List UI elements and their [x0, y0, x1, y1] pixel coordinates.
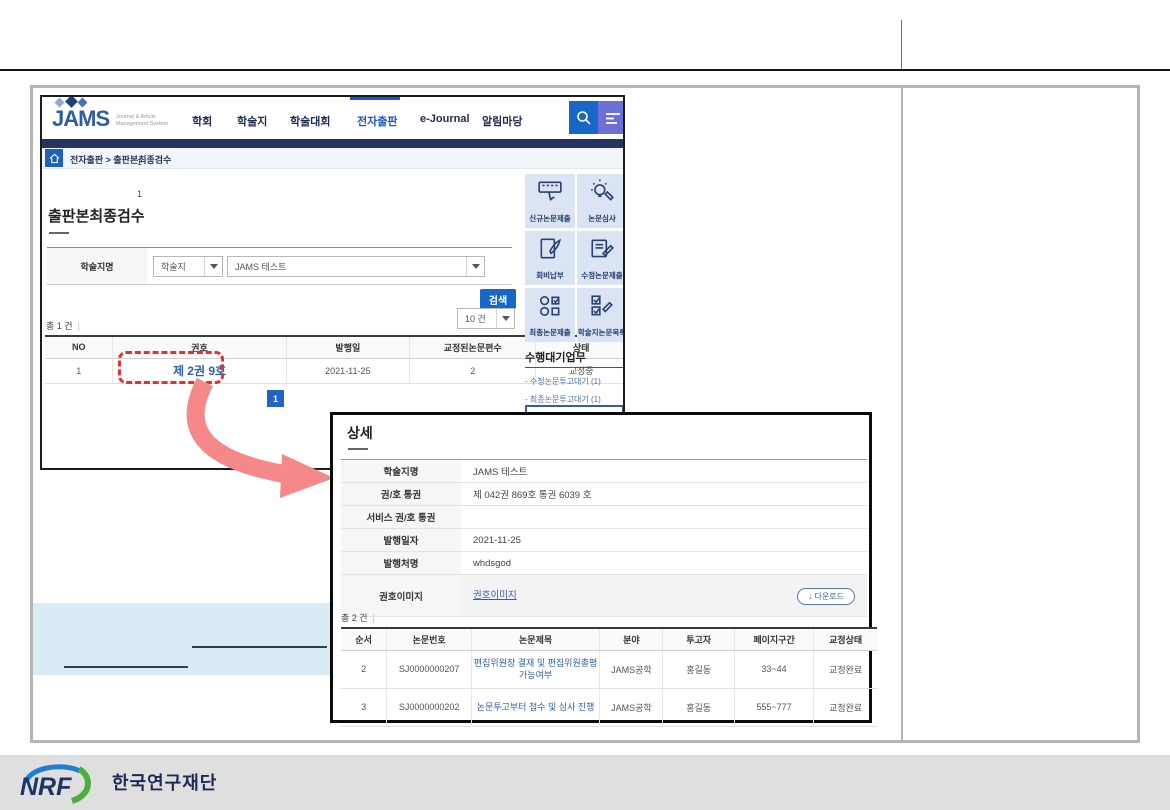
nav-active-indicator [350, 97, 400, 100]
lightbulb-pencil-icon [589, 179, 615, 205]
hamburger-icon [605, 111, 621, 125]
detail-row-issue-image: 권호이미지 권호이미지 ↓ 다운로드 [341, 575, 867, 617]
footer-org-name: 한국연구재단 [112, 769, 217, 795]
page-title-underline [49, 232, 69, 234]
chevron-down-icon [466, 257, 484, 276]
issue-link[interactable]: 제 2권 9호 [173, 364, 226, 378]
paper-feather-icon [537, 236, 563, 262]
col-date: 발행일 [286, 336, 410, 358]
breadcrumb-bar: 전자출판 > 출판본최종검수 [42, 148, 623, 169]
col-no: NO [45, 336, 113, 358]
detail-row: 서비스 권/호 통권 [341, 506, 867, 529]
detail-row: 발행처명 whdsgod [341, 552, 867, 575]
journal-name-select[interactable]: JAMS 테스트 [227, 256, 485, 277]
menu-button[interactable] [598, 101, 625, 134]
issue-image-link[interactable]: 권호이미지 [473, 590, 517, 601]
nrf-logo-icon: NRF [12, 759, 112, 807]
search-icon [576, 110, 592, 126]
page: JAMS Journal & Article Management System… [0, 0, 1170, 810]
nav-allimmadang[interactable]: 알림마당 [482, 113, 522, 129]
tile-article-list[interactable]: 학술지논문목록 [577, 288, 625, 342]
issue-detail-table: 학술지명 JAMS 테스트 권/호 통권 제 042권 869호 통권 6039… [341, 459, 867, 617]
journal-name-label: 학술지명 [47, 248, 147, 284]
journal-type-select[interactable]: 학술지 [153, 256, 223, 277]
artifact-text: 1 [137, 157, 142, 167]
top-vertical-divider [901, 20, 902, 70]
cell-date: 2021-11-25 [286, 358, 410, 383]
footer: NRF 한국연구재단 [0, 755, 1170, 810]
svg-text:NRF: NRF [20, 773, 72, 801]
artifact-text: 1 [137, 189, 142, 199]
tile-final-submission[interactable]: 최종논문제출 [525, 288, 575, 342]
chevron-down-icon [204, 257, 222, 276]
redacted-line [64, 666, 188, 668]
redacted-line [192, 646, 327, 648]
tile-fee-payment[interactable]: 회비납부 [525, 231, 575, 285]
search-button-header[interactable] [569, 101, 598, 134]
articles-header-row: 순서 논문번호 논문제목 분야 투고자 페이지구간 교정상태 [341, 628, 877, 650]
page-title: 출판본최종검수 [48, 205, 145, 226]
nav-electronic-publishing[interactable]: 전자출판 [357, 113, 397, 129]
nav-haksuldaehoe[interactable]: 학술대회 [290, 113, 330, 129]
page-size-select[interactable]: 10 건 [457, 308, 515, 329]
annotation-box [33, 603, 330, 675]
breadcrumb[interactable]: 전자출판 > 출판본최종검수 [70, 153, 171, 166]
pending-tasks-title: 수행대기업무 [525, 349, 586, 365]
article-row: 2 SJ0000000207 편집위원장 결재 및 편집위원총평 가능여부 JA… [341, 650, 877, 688]
keyboard-hand-icon [537, 179, 563, 205]
tile-review[interactable]: 논문심사 [577, 174, 625, 228]
detail-popup: 상세 학술지명 JAMS 테스트 권/호 통권 제 042권 869호 통권 6… [330, 412, 872, 723]
popup-title: 상세 [347, 423, 373, 443]
nav-haksulji[interactable]: 학술지 [237, 113, 267, 129]
cell-count: 2 [410, 358, 536, 383]
articles-table: 순서 논문번호 논문제목 분야 투고자 페이지구간 교정상태 2 SJ00000… [341, 627, 877, 727]
col-count: 교정된논문편수 [410, 336, 536, 358]
task-final-waiting[interactable]: - 최종논문투고대기 (1) [525, 394, 601, 405]
faces-checkbox-icon [537, 293, 563, 319]
pagination-page-1[interactable]: 1 [267, 390, 284, 407]
header-accent-bar [42, 139, 623, 148]
app-header: JAMS Journal & Article Management System… [42, 97, 623, 139]
download-button[interactable]: ↓ 다운로드 [797, 588, 855, 605]
chevron-down-icon [496, 309, 514, 328]
detail-row: 학술지명 JAMS 테스트 [341, 460, 867, 483]
app-logo-subtitle: Journal & Article Management System [116, 114, 168, 128]
frame-column-divider [901, 88, 903, 740]
articles-total: 총 2 건| [341, 611, 375, 624]
col-issue: 권호 [113, 336, 286, 358]
pending-tasks-divider [525, 367, 624, 368]
tile-new-submission[interactable]: 신규논문제출 [525, 174, 575, 228]
search-form: 학술지명 학술지 JAMS 테스트 [47, 247, 512, 285]
cell-no: 1 [45, 358, 113, 383]
app-logo[interactable]: JAMS [52, 106, 109, 132]
detail-row: 발행일자 2021-11-25 [341, 529, 867, 552]
home-icon[interactable] [45, 149, 63, 167]
note-pencil-icon [589, 236, 615, 262]
tile-revised-submission[interactable]: 수정논문제출 [577, 231, 625, 285]
search-submit-button[interactable]: 검색 [480, 289, 516, 309]
top-horizontal-rule [0, 69, 1170, 71]
popup-title-underline [348, 448, 368, 450]
task-revised-waiting[interactable]: - 수정논문투고대기 (1) [525, 376, 601, 387]
nav-ejournal[interactable]: e-Journal [420, 113, 470, 125]
detail-row: 권/호 통권 제 042권 869호 통권 6039 호 [341, 483, 867, 506]
nav-hakhoe[interactable]: 학회 [192, 113, 212, 129]
article-title-link[interactable]: 논문투고부터 접수 및 심사 진행 [477, 701, 595, 713]
article-title-link[interactable]: 편집위원장 결재 및 편집위원총평 가능여부 [472, 657, 599, 681]
article-row: 3 SJ0000000202 논문투고부터 접수 및 심사 진행 JAMS공학 … [341, 688, 877, 726]
list-total: 총 1 건| [46, 319, 80, 332]
checklist-pencil-icon [589, 293, 615, 319]
